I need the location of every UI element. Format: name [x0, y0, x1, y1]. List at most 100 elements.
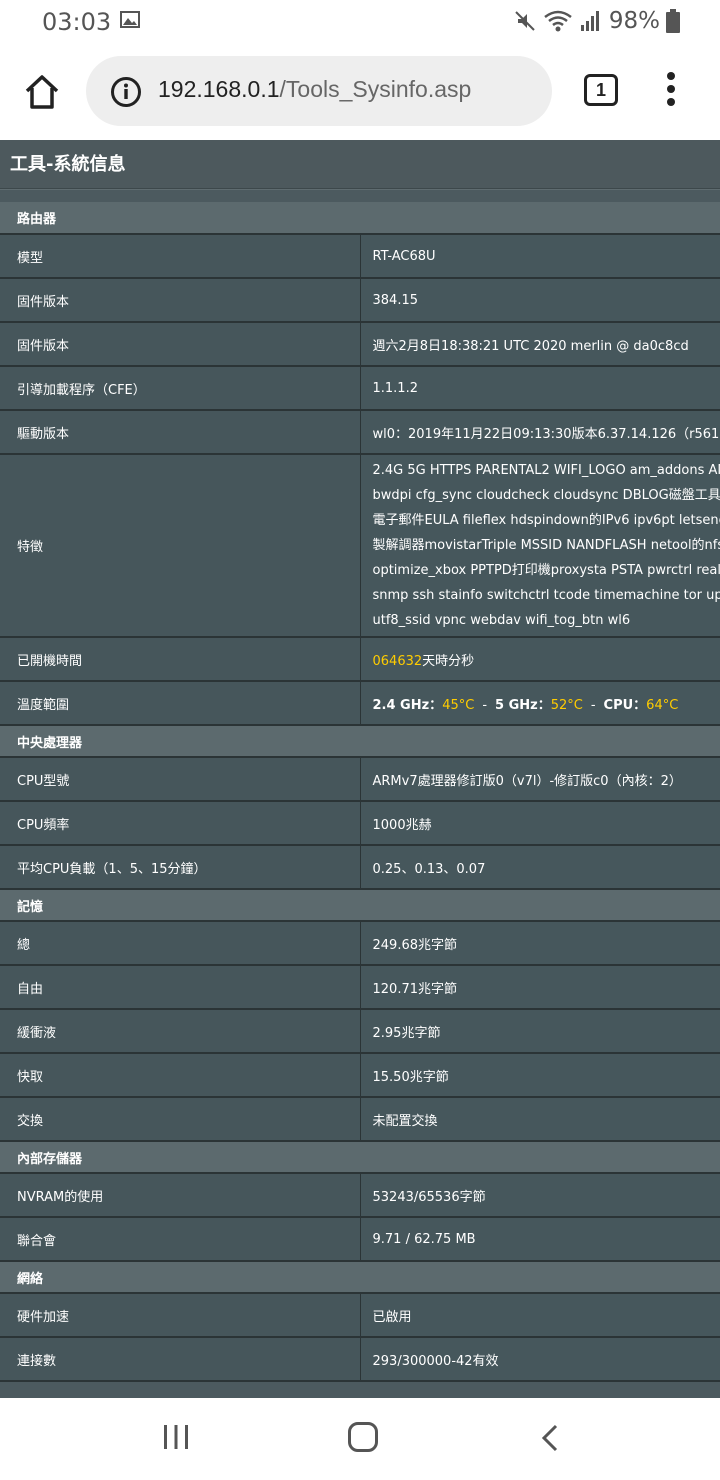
- sysinfo-table: 路由器 模型 RT-AC68U 固件版本 384.15 固件版本 週六2月8日1…: [0, 202, 720, 1382]
- url-text[interactable]: 192.168.0.1/Tools_Sysinfo.asp: [158, 76, 471, 103]
- features-label: 特徵: [0, 454, 361, 638]
- features-line: 電子郵件EULA fileflex hdspindown的IPv6 ipv6pt…: [372, 513, 720, 528]
- page-title: 工具-系統信息: [0, 140, 720, 188]
- battery-icon: [666, 9, 680, 33]
- uptime-label: 已開機時間: [0, 637, 361, 682]
- firmware-build-value: 週六2月8日18:38:21 UTC 2020 merlin @ da0c8cd: [360, 322, 720, 367]
- signal-icon: [580, 11, 599, 31]
- cpu-model-label: CPU型號: [0, 757, 361, 802]
- features-value: 2.4G 5G HTTPS PARENTAL2 WIFI_LOGO am_add…: [360, 454, 720, 638]
- features-line: 製解調器movistarTriple MSSID NANDFLASH netoo…: [372, 538, 720, 553]
- row-model: 模型 RT-AC68U: [0, 234, 720, 279]
- wifi-icon: [544, 10, 572, 32]
- title-divider: [0, 188, 720, 190]
- mem-free-label: 自由: [0, 965, 361, 1010]
- menu-icon[interactable]: [662, 72, 680, 112]
- cpu-load-value: 0.25、0.13、0.07: [360, 845, 720, 890]
- features-line: utf8_ssid vpnc webdav wifi_tog_btn wl6: [372, 613, 631, 628]
- firmware-label: 固件版本: [0, 278, 361, 323]
- back-icon[interactable]: [540, 1424, 560, 1452]
- info-icon[interactable]: [110, 76, 142, 108]
- temp-24-value: 45°C: [442, 697, 475, 713]
- connections-label: 連接數: [0, 1337, 361, 1382]
- address-bar[interactable]: 192.168.0.1/Tools_Sysinfo.asp: [86, 56, 552, 126]
- sysinfo-page: 工具-系統信息 路由器 模型 RT-AC68U 固件版本 384.15 固件版本…: [0, 140, 720, 1398]
- uptime-number: 064632: [372, 653, 423, 669]
- features-line: snmp ssh stainfo switchctrl tcode timema…: [372, 588, 720, 603]
- driver-value: wl0：2019年11月22日09:13:30版本6.37.14.126（r56…: [360, 410, 720, 455]
- mute-icon: [515, 11, 535, 31]
- mem-swap-label: 交換: [0, 1097, 361, 1142]
- row-firmware: 固件版本 384.15: [0, 278, 720, 323]
- mem-free-value: 120.71兆字節: [360, 965, 720, 1010]
- temp-24-label: 2.4 GHz：: [372, 697, 443, 713]
- row-mem-total: 總 249.68兆字節: [0, 921, 720, 966]
- nvram-label: NVRAM的使用: [0, 1173, 361, 1218]
- status-time: 03:03: [42, 8, 112, 36]
- status-bar: 03:03 98%: [0, 0, 720, 42]
- mem-cache-label: 快取: [0, 1053, 361, 1098]
- cpu-freq-value: 1000兆赫: [360, 801, 720, 846]
- jffs-label: 聯合會: [0, 1217, 361, 1262]
- connections-value: 293/300000-42有效: [360, 1337, 720, 1382]
- battery-percent: 98%: [608, 8, 660, 34]
- hwaccel-value: 已啟用: [360, 1293, 720, 1338]
- row-mem-cache: 快取 15.50兆字節: [0, 1053, 720, 1098]
- browser-toolbar: 192.168.0.1/Tools_Sysinfo.asp 1: [0, 42, 720, 140]
- row-cpu-load: 平均CPU負載（1、5、15分鐘） 0.25、0.13、0.07: [0, 845, 720, 890]
- features-line: 2.4G 5G HTTPS PARENTAL2 WIFI_LOGO am_add…: [372, 463, 720, 478]
- temperature-label: 溫度範圍: [0, 681, 361, 726]
- row-nvram: NVRAM的使用 53243/65536字節: [0, 1173, 720, 1218]
- recent-apps-icon[interactable]: [162, 1424, 190, 1450]
- home-icon[interactable]: [24, 74, 60, 110]
- row-temperature: 溫度範圍 2.4 GHz：45°C -5 GHz：52°C - CPU：64°C: [0, 681, 720, 726]
- row-features: 特徵 2.4G 5G HTTPS PARENTAL2 WIFI_LOGO am_…: [0, 454, 720, 638]
- cpu-load-label: 平均CPU負載（1、5、15分鐘）: [0, 845, 361, 890]
- temp-cpu-label: CPU：: [603, 697, 647, 713]
- row-jffs: 聯合會 9.71 / 62.75 MB: [0, 1217, 720, 1262]
- uptime-value: 064632天時分秒: [360, 637, 720, 682]
- row-hwaccel: 硬件加速 已啟用: [0, 1293, 720, 1338]
- mem-cache-value: 15.50兆字節: [360, 1053, 720, 1098]
- row-firmware-build: 固件版本 週六2月8日18:38:21 UTC 2020 merlin @ da…: [0, 322, 720, 367]
- temp-cpu-value: 64°C: [646, 697, 679, 713]
- section-memory: 記憶: [0, 889, 720, 922]
- image-icon: [120, 11, 140, 28]
- row-driver: 驅動版本 wl0：2019年11月22日09:13:30版本6.37.14.12…: [0, 410, 720, 455]
- section-cpu: 中央處理器: [0, 725, 720, 758]
- row-mem-buffers: 緩衝液 2.95兆字節: [0, 1009, 720, 1054]
- section-storage: 內部存儲器: [0, 1141, 720, 1174]
- row-cpu-freq: CPU頻率 1000兆赫: [0, 801, 720, 846]
- nvram-value: 53243/65536字節: [360, 1173, 720, 1218]
- features-line: optimize_xbox PPTPD打印機proxysta PSTA pwrc…: [372, 563, 720, 578]
- bootloader-value: 1.1.1.2: [360, 366, 720, 411]
- temperature-value: 2.4 GHz：45°C -5 GHz：52°C - CPU：64°C: [360, 681, 720, 726]
- row-bootloader: 引導加載程序（CFE） 1.1.1.2: [0, 366, 720, 411]
- row-mem-swap: 交換 未配置交換: [0, 1097, 720, 1142]
- model-value: RT-AC68U: [360, 234, 720, 279]
- row-mem-free: 自由 120.71兆字節: [0, 965, 720, 1010]
- mem-buffers-label: 緩衝液: [0, 1009, 361, 1054]
- row-connections: 連接數 293/300000-42有效: [0, 1337, 720, 1382]
- firmware-value: 384.15: [360, 278, 720, 323]
- home-nav-icon[interactable]: [348, 1422, 378, 1452]
- cpu-freq-label: CPU頻率: [0, 801, 361, 846]
- mem-buffers-value: 2.95兆字節: [360, 1009, 720, 1054]
- temp-separator: -: [482, 697, 488, 713]
- mem-total-label: 總: [0, 921, 361, 966]
- mem-total-value: 249.68兆字節: [360, 921, 720, 966]
- mem-swap-value: 未配置交換: [360, 1097, 720, 1142]
- cpu-model-value: ARMv7處理器修訂版0（v7l）-修訂版c0（內核：2）: [360, 757, 720, 802]
- tabs-icon[interactable]: 1: [584, 74, 618, 106]
- jffs-value: 9.71 / 62.75 MB: [360, 1217, 720, 1262]
- row-cpu-model: CPU型號 ARMv7處理器修訂版0（v7l）-修訂版c0（內核：2）: [0, 757, 720, 802]
- features-line: bwdpi cfg_sync cloudcheck cloudsync DBLO…: [372, 488, 720, 503]
- status-right: 98%: [513, 6, 680, 36]
- navigation-bar: [0, 1398, 720, 1480]
- bootloader-label: 引導加載程序（CFE）: [0, 366, 361, 411]
- hwaccel-label: 硬件加速: [0, 1293, 361, 1338]
- firmware-build-label: 固件版本: [0, 322, 361, 367]
- temp-separator: -: [590, 697, 596, 713]
- url-path: /Tools_Sysinfo.asp: [279, 76, 472, 102]
- temp-5-label: 5 GHz：: [495, 697, 551, 713]
